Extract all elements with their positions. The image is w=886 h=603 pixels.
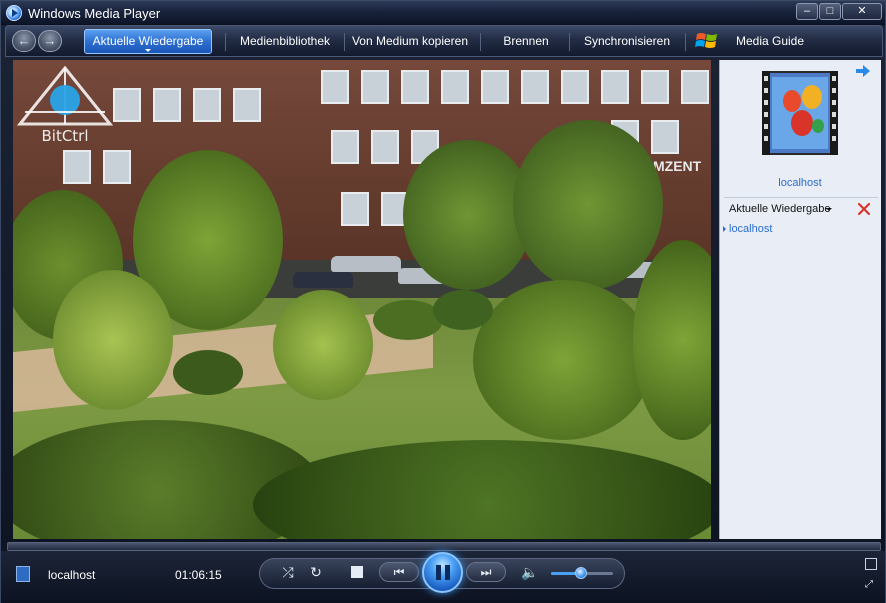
tab-burn[interactable]: Brennen	[486, 26, 566, 56]
tree	[513, 120, 663, 290]
divider	[480, 33, 481, 51]
tab-rip[interactable]: Von Medium kopieren	[345, 26, 475, 56]
building-window	[521, 70, 549, 104]
video-area[interactable]: MZENT BitCtrl	[13, 60, 711, 539]
pause-bar	[436, 565, 441, 580]
title-bar: Windows Media Player – □ ✕	[1, 1, 885, 25]
pane-title[interactable]: localhost	[720, 177, 880, 189]
tree	[473, 280, 653, 440]
divider	[685, 33, 686, 51]
building-window	[601, 70, 629, 104]
tab-media-guide[interactable]: Media Guide	[728, 26, 812, 56]
forward-pane-icon[interactable]	[856, 65, 870, 77]
building-window	[371, 130, 399, 164]
building-sign: MZENT	[653, 158, 702, 174]
building-window	[193, 88, 221, 122]
bitctrl-logo: BitCtrl	[16, 66, 114, 145]
building-window	[233, 88, 261, 122]
building-window	[561, 70, 589, 104]
list-item[interactable]: localhost	[729, 223, 772, 235]
fullscreen-icon[interactable]: ⤢	[865, 579, 877, 591]
next-icon[interactable]: ⏭	[466, 562, 506, 582]
minimize-button[interactable]: –	[796, 3, 818, 20]
volume-thumb[interactable]	[574, 567, 587, 579]
divider	[724, 197, 878, 198]
building-window	[63, 150, 91, 184]
chevron-down-icon[interactable]	[826, 208, 832, 211]
tree	[53, 270, 173, 410]
building-window	[153, 88, 181, 122]
shuffle-icon[interactable]: ⤮	[279, 562, 297, 582]
elapsed-time: 01:06:15	[175, 568, 222, 582]
media-player-window: Windows Media Player – □ ✕ ← → Aktuelle …	[0, 0, 886, 603]
building-window	[481, 70, 509, 104]
divider	[225, 33, 226, 51]
car	[331, 256, 401, 272]
repeat-icon[interactable]: ↻	[307, 562, 325, 582]
building-window	[341, 192, 369, 226]
forward-icon[interactable]: →	[38, 30, 62, 52]
maximize-button[interactable]: □	[819, 3, 841, 20]
back-icon[interactable]: ←	[12, 30, 36, 52]
shrub	[433, 290, 493, 330]
now-playing-title: localhost	[48, 568, 96, 582]
shrub	[173, 350, 243, 395]
clear-list-icon[interactable]	[857, 202, 871, 216]
playlist-header[interactable]: Aktuelle Wiedergabe	[729, 203, 831, 215]
tree	[273, 290, 373, 400]
tab-now-playing[interactable]: Aktuelle Wiedergabe	[84, 29, 212, 54]
album-art-icon[interactable]	[762, 71, 838, 155]
building-window	[361, 70, 389, 104]
building-window	[401, 70, 429, 104]
building-window	[113, 88, 141, 122]
building-window	[681, 70, 709, 104]
chevron-down-icon	[145, 49, 151, 52]
divider	[569, 33, 570, 51]
building-window	[641, 70, 669, 104]
previous-icon[interactable]: ⏮	[379, 562, 419, 582]
navigation-bar: ← → Aktuelle Wiedergabe Medienbibliothek…	[5, 25, 883, 57]
app-icon	[6, 5, 22, 21]
watermark-text: BitCtrl	[41, 127, 88, 145]
windows-logo	[695, 33, 717, 48]
list-pane: localhost Aktuelle Wiedergabe localhost	[719, 60, 881, 539]
play-marker-icon	[723, 226, 726, 232]
tab-label: Aktuelle Wiedergabe	[92, 34, 204, 48]
building-window	[651, 120, 679, 154]
tab-library[interactable]: Medienbibliothek	[230, 26, 340, 56]
switch-to-compact-icon[interactable]	[865, 558, 877, 570]
window-title: Windows Media Player	[28, 6, 161, 21]
pause-bar	[445, 565, 450, 580]
building-window	[441, 70, 469, 104]
stop-icon[interactable]	[351, 566, 363, 578]
pause-icon[interactable]	[422, 552, 463, 593]
building-window	[331, 130, 359, 164]
tab-sync[interactable]: Synchronisieren	[572, 26, 682, 56]
close-button[interactable]: ✕	[842, 3, 882, 20]
media-icon	[16, 566, 30, 582]
car	[293, 272, 353, 288]
seek-bar[interactable]	[7, 542, 881, 551]
building-window	[321, 70, 349, 104]
building-window	[103, 150, 131, 184]
speaker-icon[interactable]: 🔈	[521, 562, 539, 582]
